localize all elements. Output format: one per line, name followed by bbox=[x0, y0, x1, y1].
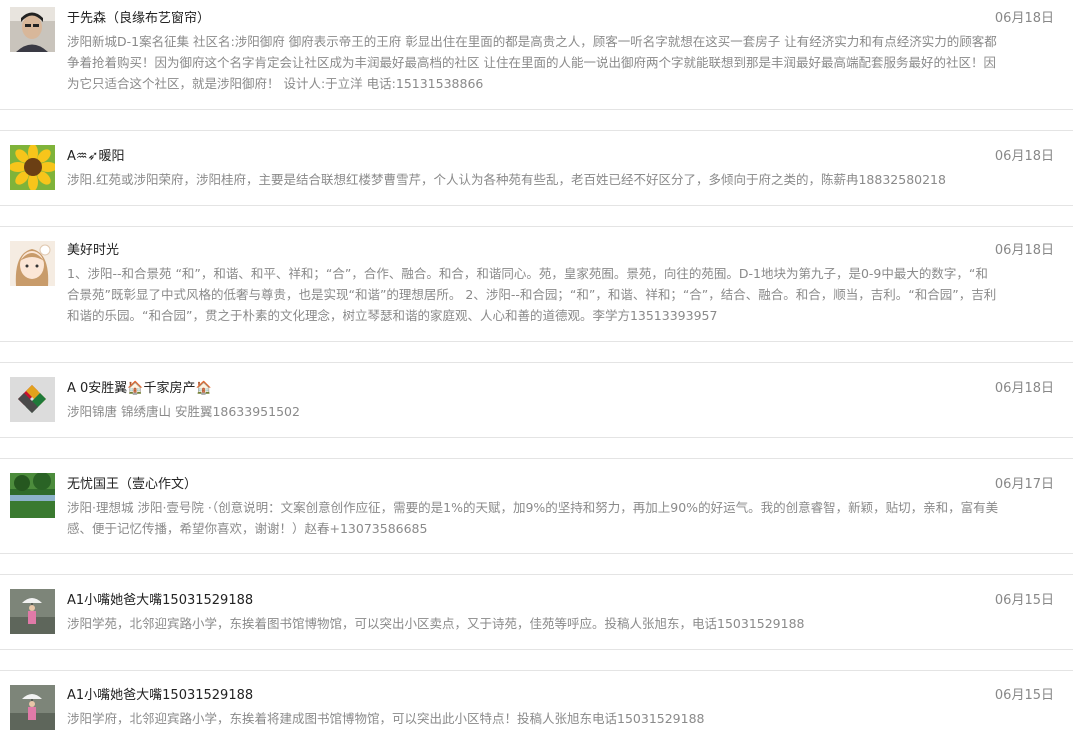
logo-icon bbox=[10, 377, 55, 422]
post-date: 06月15日 bbox=[994, 593, 1054, 608]
umbrella-child-icon bbox=[10, 685, 55, 730]
author-name[interactable]: 美好时光 bbox=[67, 241, 119, 261]
avatar[interactable] bbox=[10, 241, 55, 286]
post-date: 06月18日 bbox=[994, 243, 1054, 258]
post-content: 涉阳新城D-1案名征集 社区名:涉阳御府 御府表示帝王的王府 彰显出住在里面的都… bbox=[67, 34, 997, 91]
author-name[interactable]: 无忧国王（壹心作文） bbox=[67, 475, 197, 495]
avatar[interactable] bbox=[10, 377, 55, 422]
divider bbox=[0, 110, 1073, 130]
list-item: 美好时光 06月18日 1、涉阳--和合景苑 “和”，和谐、和平、祥和；“合”，… bbox=[0, 226, 1073, 342]
list-item: A♒➶暖阳 06月18日 涉阳.红苑或涉阳荣府，涉阳桂府，主要是结合联想红楼梦曹… bbox=[0, 130, 1073, 206]
post-content: 涉阳学苑，北邻迎宾路小学，东挨着图书馆博物馆，可以突出小区卖点，又于诗苑，佳苑等… bbox=[67, 616, 805, 631]
divider bbox=[0, 650, 1073, 670]
sunflower-icon bbox=[10, 145, 55, 190]
avatar[interactable] bbox=[10, 685, 55, 730]
list-item: A 0安胜翼🏠千家房产🏠 06月18日 涉阳锦唐 锦绣唐山 安胜翼1863395… bbox=[0, 362, 1073, 438]
author-name[interactable]: A1小嘴她爸大嘴15031529188 bbox=[67, 591, 253, 611]
landscape-icon bbox=[10, 473, 55, 518]
avatar[interactable] bbox=[10, 473, 55, 518]
author-name[interactable]: A 0安胜翼🏠千家房产🏠 bbox=[67, 379, 212, 399]
list-item: A1小嘴她爸大嘴15031529188 06月15日 涉阳学府，北邻迎宾路小学，… bbox=[0, 670, 1073, 736]
post-content: 涉阳锦唐 锦绣唐山 安胜翼18633951502 bbox=[67, 404, 300, 419]
divider bbox=[0, 342, 1073, 362]
avatar[interactable] bbox=[10, 7, 55, 52]
anime-girl-icon bbox=[10, 241, 55, 286]
avatar[interactable] bbox=[10, 589, 55, 634]
post-content: 1、涉阳--和合景苑 “和”，和谐、和平、祥和；“合”，合作、融合。和合，和谐同… bbox=[67, 266, 997, 323]
person-photo-icon bbox=[10, 7, 55, 52]
post-content: 涉阳·理想城 涉阳·壹号院 ·（创意说明：文案创意创作应征，需要的是1%的天赋，… bbox=[67, 500, 999, 536]
author-name[interactable]: 于先森（良缘布艺窗帘） bbox=[67, 9, 210, 29]
divider bbox=[0, 206, 1073, 226]
author-name[interactable]: A1小嘴她爸大嘴15031529188 bbox=[67, 686, 253, 706]
umbrella-child-icon bbox=[10, 589, 55, 634]
avatar[interactable] bbox=[10, 145, 55, 190]
author-name[interactable]: A♒➶暖阳 bbox=[67, 147, 124, 167]
list-item: 无忧国王（壹心作文） 06月17日 涉阳·理想城 涉阳·壹号院 ·（创意说明：文… bbox=[0, 458, 1073, 554]
post-date: 06月15日 bbox=[994, 688, 1054, 703]
post-content: 涉阳学府，北邻迎宾路小学，东挨着将建成图书馆博物馆，可以突出此小区特点！投稿人张… bbox=[67, 711, 705, 726]
divider bbox=[0, 438, 1073, 458]
list-item: A1小嘴她爸大嘴15031529188 06月15日 涉阳学苑，北邻迎宾路小学，… bbox=[0, 574, 1073, 650]
list-item: 于先森（良缘布艺窗帘） 06月18日 涉阳新城D-1案名征集 社区名:涉阳御府 … bbox=[0, 0, 1073, 110]
post-date: 06月18日 bbox=[994, 381, 1054, 396]
post-date: 06月18日 bbox=[994, 11, 1054, 26]
post-content: 涉阳.红苑或涉阳荣府，涉阳桂府，主要是结合联想红楼梦曹雪芹，个人认为各种苑有些乱… bbox=[67, 172, 946, 187]
divider bbox=[0, 554, 1073, 574]
post-date: 06月17日 bbox=[994, 477, 1054, 492]
post-date: 06月18日 bbox=[994, 149, 1054, 164]
